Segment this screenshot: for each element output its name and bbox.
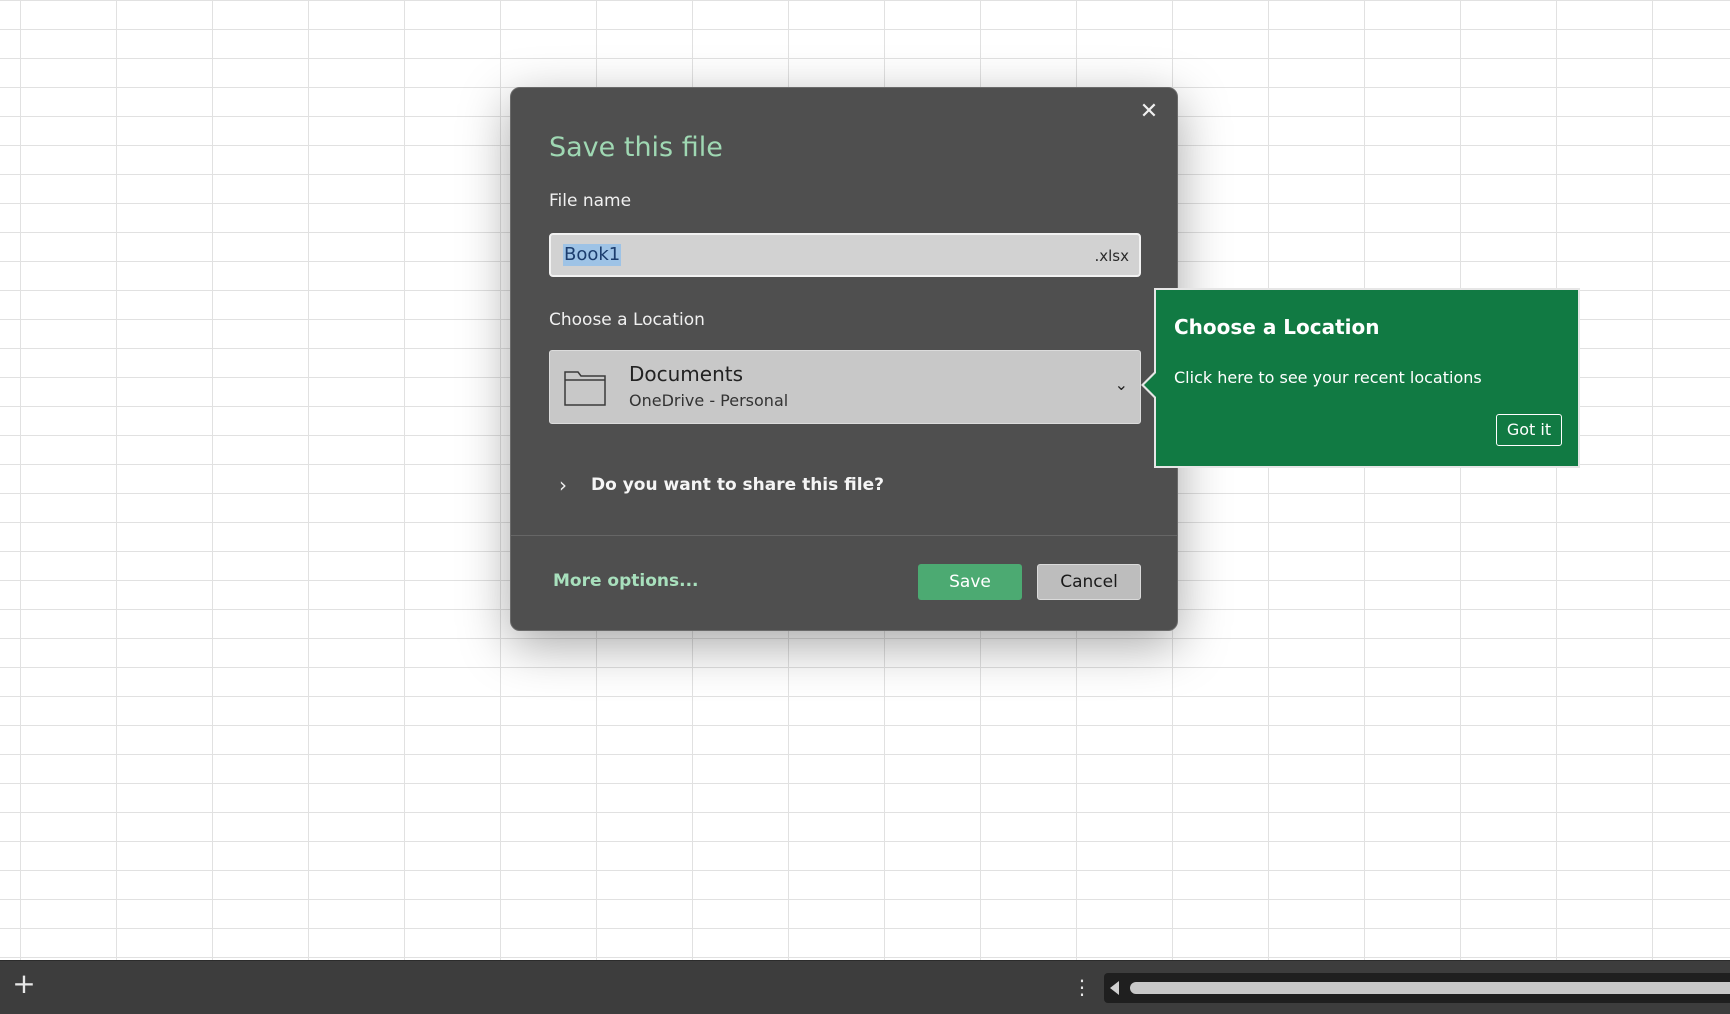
save-dialog: ✕ Save this file File name Book1 .xlsx C… — [510, 87, 1178, 631]
share-prompt: Do you want to share this file? — [591, 475, 884, 495]
file-name-input[interactable]: Book1 .xlsx — [549, 233, 1141, 277]
callout-title: Choose a Location — [1174, 315, 1380, 339]
folder-icon — [564, 371, 606, 406]
file-name-label: File name — [549, 191, 632, 211]
location-name: Documents — [629, 362, 744, 386]
callout-arrow-inner — [1144, 373, 1156, 397]
divider — [511, 535, 1177, 536]
save-button[interactable]: Save — [918, 564, 1022, 600]
horizontal-scrollbar[interactable] — [1104, 973, 1730, 1003]
file-extension: .xlsx — [1094, 247, 1129, 265]
more-vertical-icon[interactable]: ⋮ — [1072, 973, 1092, 1001]
dialog-title: Save this file — [549, 132, 723, 163]
got-it-button[interactable]: Got it — [1496, 414, 1562, 446]
chevron-down-icon[interactable]: ⌄ — [1115, 375, 1128, 394]
add-sheet-icon[interactable]: + — [10, 970, 38, 999]
chevron-right-icon: › — [559, 473, 567, 497]
close-icon[interactable]: ✕ — [1135, 98, 1163, 126]
location-dropdown[interactable]: Documents OneDrive - Personal ⌄ — [549, 350, 1141, 424]
location-sub: OneDrive - Personal — [629, 391, 789, 410]
scrollbar-thumb[interactable] — [1130, 982, 1730, 994]
scroll-left-icon[interactable] — [1110, 981, 1119, 995]
file-name-value[interactable]: Book1 — [563, 244, 622, 266]
sheet-bar: + ⋮ — [0, 960, 1730, 1014]
callout-text: Click here to see your recent locations — [1174, 368, 1482, 387]
cancel-button[interactable]: Cancel — [1037, 564, 1141, 600]
more-options-link[interactable]: More options... — [553, 571, 699, 591]
choose-location-callout: Choose a Location Click here to see your… — [1154, 288, 1580, 468]
location-label: Choose a Location — [549, 310, 705, 330]
